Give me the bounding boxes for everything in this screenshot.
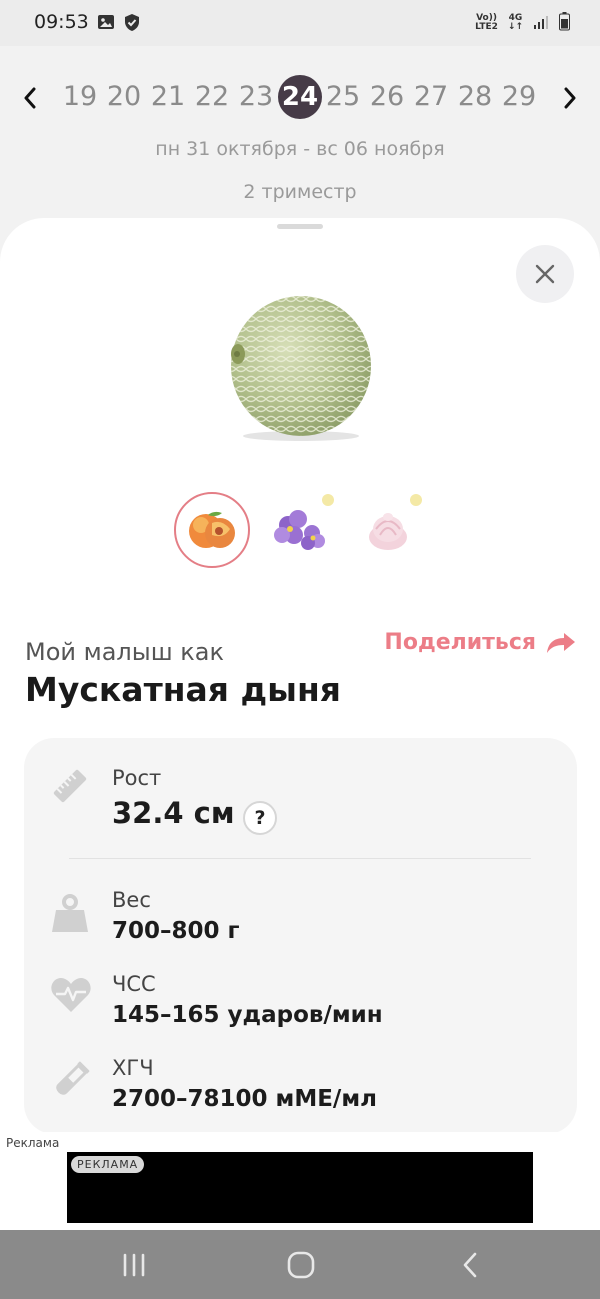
recent-apps-icon [123, 1253, 145, 1277]
heart-rate-icon [50, 976, 92, 1018]
new-indicator-dot [322, 494, 334, 506]
melon-image [226, 294, 376, 444]
network-lte: LTE2 [475, 22, 498, 32]
ad-banner[interactable]: РЕКЛАМА [67, 1152, 533, 1223]
trimester-label: 2 триместр [243, 181, 357, 203]
week-26[interactable]: 26 [367, 80, 407, 114]
test-tube-icon [50, 1060, 90, 1106]
chevron-right-icon [564, 87, 576, 109]
ad-caption: Реклама [6, 1136, 60, 1150]
close-icon [535, 264, 555, 284]
week-21[interactable]: 21 [148, 80, 188, 114]
weight-label: Вес [112, 888, 151, 912]
week-28[interactable]: 28 [455, 80, 495, 114]
heart-rate-value: 145–165 ударов/мин [112, 1002, 383, 1028]
peach-icon [189, 511, 235, 548]
week-navigator: 19 20 21 22 23 24 25 26 27 28 29 [0, 70, 600, 126]
height-value: 32.4 см [112, 796, 235, 830]
chevron-left-icon [24, 87, 36, 109]
next-week-button[interactable] [557, 83, 583, 113]
status-time: 09:53 [34, 11, 89, 33]
baby-stats-card: Рост 32.4 см ? Вес 700–800 г ЧСС 145–165… [24, 738, 577, 1134]
week-20[interactable]: 20 [104, 80, 144, 114]
previous-week-button[interactable] [17, 83, 43, 113]
weight-icon [50, 892, 90, 938]
ad-badge: РЕКЛАМА [71, 1156, 145, 1173]
share-label: Поделиться [384, 630, 536, 655]
back-button[interactable] [452, 1250, 488, 1280]
share-arrow-icon [547, 632, 575, 653]
new-indicator-dot [410, 494, 422, 506]
gallery-icon [97, 13, 115, 35]
comparison-subtitle: Мой малыш как [25, 638, 225, 666]
ruler-icon [50, 766, 90, 810]
thumbnail-peach[interactable] [174, 492, 250, 568]
height-label: Рост [112, 766, 162, 790]
heart-rate-label: ЧСС [112, 972, 156, 996]
hcg-label: ХГЧ [112, 1056, 154, 1080]
week-23[interactable]: 23 [236, 80, 276, 114]
baby-size-sheet: Мой малыш как Мускатная дыня Поделиться … [0, 218, 600, 1230]
stats-divider [69, 858, 531, 859]
week-19[interactable]: 19 [60, 80, 100, 114]
status-bar: 09:53 Vo)) LTE2 4G ↓↑ [0, 0, 600, 46]
share-button[interactable]: Поделиться [384, 630, 576, 655]
comparison-title: Мускатная дыня [25, 670, 341, 709]
data-indicator: 4G ↓↑ [508, 14, 523, 32]
shield-icon [123, 13, 141, 36]
week-27[interactable]: 27 [411, 80, 451, 114]
week-date-range: пн 31 октября - вс 06 ноября [155, 138, 445, 160]
week-22[interactable]: 22 [192, 80, 232, 114]
comparison-thumbnails [0, 492, 600, 572]
marshmallow-icon [369, 513, 407, 550]
close-button[interactable] [516, 245, 574, 303]
sheet-drag-handle[interactable] [277, 224, 323, 229]
home-icon [287, 1251, 315, 1279]
weight-value: 700–800 г [112, 918, 240, 944]
home-button[interactable] [283, 1250, 319, 1280]
system-navigation-bar [0, 1230, 600, 1299]
ad-area: Реклама РЕКЛАМА [0, 1132, 600, 1230]
week-25[interactable]: 25 [323, 80, 363, 114]
network-indicator: Vo)) LTE2 [475, 14, 498, 32]
recent-apps-button[interactable] [116, 1250, 152, 1280]
height-help-button[interactable]: ? [243, 801, 277, 835]
week-29[interactable]: 29 [499, 80, 539, 114]
signal-icon [533, 14, 549, 33]
status-right-group: Vo)) LTE2 4G ↓↑ [475, 12, 570, 34]
violet-flower-icon [274, 510, 325, 550]
hcg-value: 2700–78100 мМЕ/мл [112, 1086, 377, 1112]
week-24-selected[interactable]: 24 [278, 75, 322, 119]
data-arrows: ↓↑ [507, 22, 523, 32]
battery-icon [559, 12, 570, 34]
back-icon [463, 1252, 477, 1278]
